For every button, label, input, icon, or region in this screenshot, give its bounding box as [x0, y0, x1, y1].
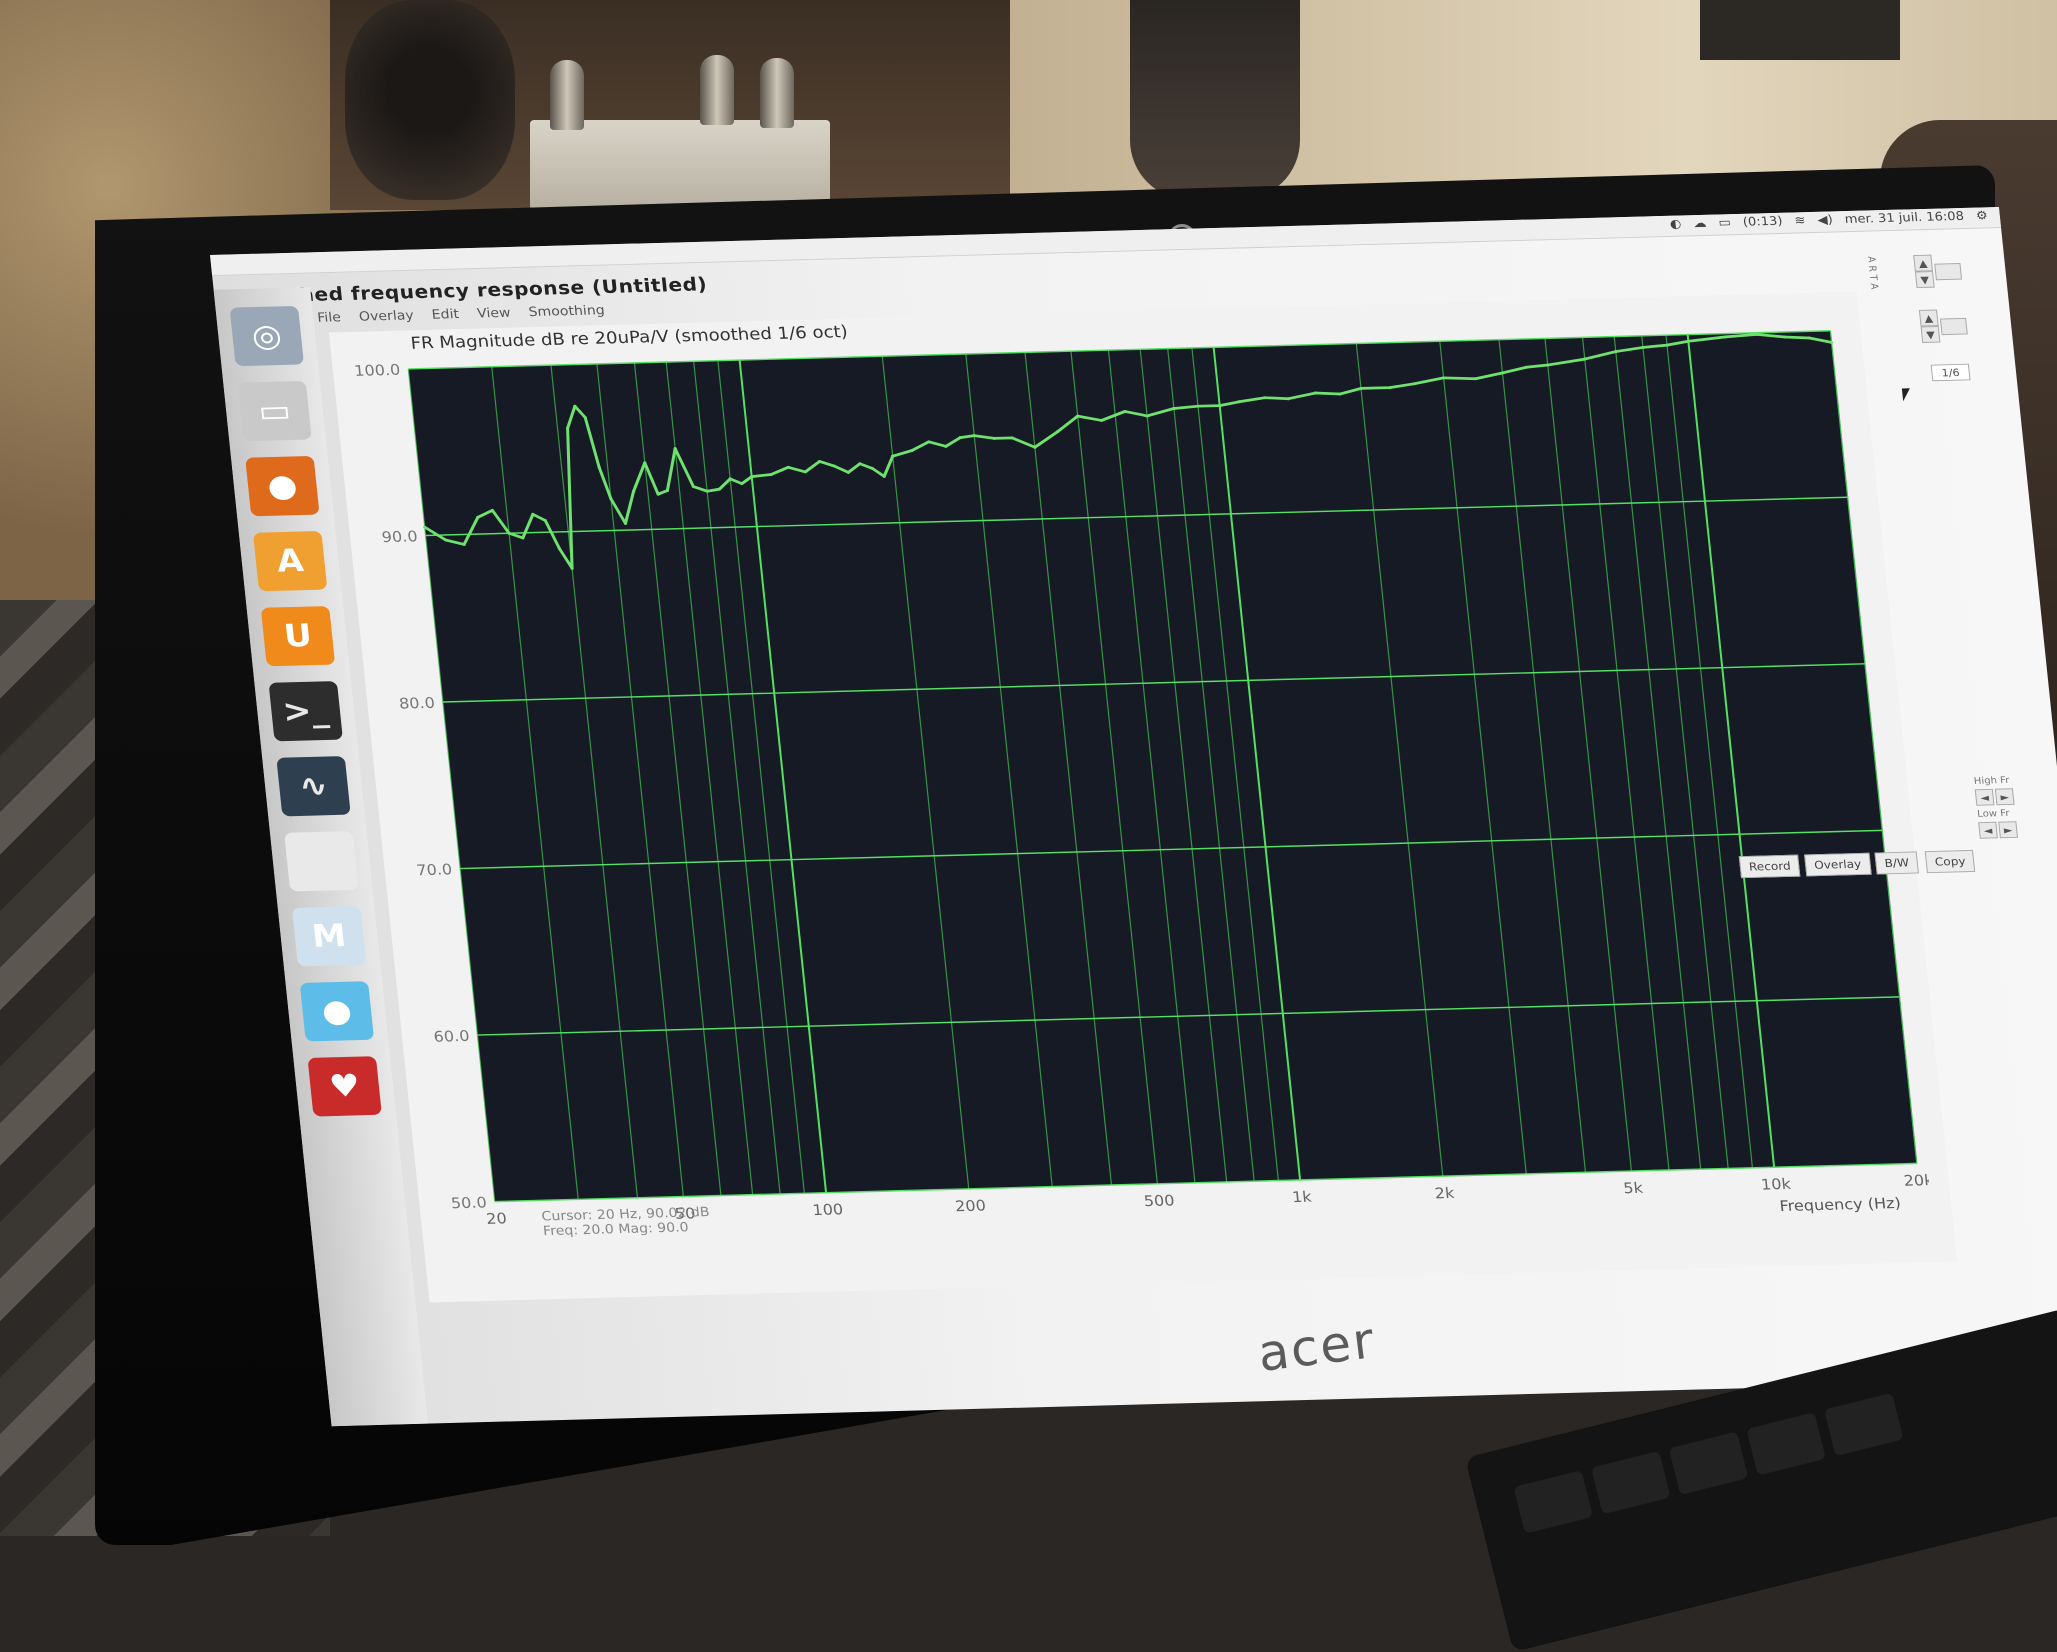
screen: ◐ ☁ ▭ (0:13) ≋ ◀) mer. 31 juil. 16:08 ⚙ …: [210, 206, 2057, 1427]
x-tick-label: 100: [812, 1201, 844, 1219]
menu-bar: File Overlay Edit View Smoothing: [317, 303, 606, 325]
smoothing-select[interactable]: 1/6: [1930, 363, 1971, 382]
x-tick-label: 2k: [1434, 1185, 1455, 1203]
scale-field[interactable]: [1939, 317, 1968, 336]
menu-edit[interactable]: Edit: [431, 307, 460, 322]
x-tick-label: 200: [954, 1197, 986, 1215]
volume-icon[interactable]: ◀): [1817, 213, 1834, 227]
wifi-icon[interactable]: ≋: [1794, 214, 1806, 228]
menu-view[interactable]: View: [476, 306, 511, 322]
keyboard-key: [1746, 1412, 1826, 1476]
amp-tube: [760, 58, 794, 128]
menu-file[interactable]: File: [317, 310, 342, 325]
m-app-icon[interactable]: M: [291, 906, 367, 967]
ubuntu-one-icon[interactable]: U: [260, 605, 336, 667]
left-speaker: [345, 0, 515, 200]
keyboard-key: [1513, 1470, 1594, 1534]
menu-smoothing[interactable]: Smoothing: [528, 303, 606, 320]
high-fr-right-button[interactable]: ►: [1994, 788, 2015, 806]
mouse-pointer-icon: [1901, 388, 1912, 402]
low-fr-left-button[interactable]: ◄: [1978, 821, 1998, 839]
y-tick-label: 70.0: [416, 861, 454, 879]
wine-icon[interactable]: ♥: [307, 1056, 382, 1117]
bw-button[interactable]: B/W: [1874, 851, 1920, 875]
keyboard-key: [1668, 1431, 1749, 1495]
battery-icon[interactable]: ▭: [1718, 216, 1732, 230]
x-tick-label: 1k: [1291, 1188, 1312, 1206]
shelf-right: [1700, 0, 1900, 60]
battery-time[interactable]: (0:13): [1742, 215, 1783, 230]
range-up-button[interactable]: ▲: [1913, 254, 1933, 272]
record-button[interactable]: Record: [1738, 854, 1801, 879]
clock[interactable]: mer. 31 juil. 16:08: [1844, 210, 1965, 227]
cloud-icon[interactable]: ☁: [1693, 217, 1707, 231]
files-icon[interactable]: ▭: [237, 380, 312, 442]
right-speaker: [1130, 0, 1300, 200]
high-fr-left-button[interactable]: ◄: [1974, 788, 1995, 806]
overlay-button[interactable]: Overlay: [1804, 852, 1872, 877]
y-tick-label: 100.0: [353, 361, 401, 379]
low-fr-right-button[interactable]: ►: [1998, 821, 2019, 839]
x-tick-label: 20: [485, 1210, 507, 1228]
tube-amplifier: [530, 55, 830, 210]
amp-tube: [550, 60, 584, 130]
desktop: ◐ ☁ ▭ (0:13) ≋ ◀) mer. 31 juil. 16:08 ⚙ …: [210, 206, 2057, 1427]
y-tick-label: 80.0: [398, 694, 436, 712]
blank-app-icon[interactable]: [284, 831, 359, 892]
range-down-button[interactable]: ▼: [1914, 271, 1935, 289]
cursor-readout: Cursor: 20 Hz, 90.02 dB Freq: 20.0 Mag: …: [541, 1205, 712, 1239]
software-center-icon[interactable]: A: [252, 530, 328, 592]
system-monitor-icon[interactable]: ∿: [276, 756, 351, 817]
terminal-icon[interactable]: >_: [268, 681, 343, 742]
network-icon[interactable]: ◐: [1669, 217, 1682, 231]
blue-app-icon[interactable]: ●: [299, 981, 375, 1042]
amp-tube: [700, 55, 734, 125]
range-field[interactable]: [1934, 263, 1963, 281]
low-fr-label: Low Fr: [1976, 808, 2011, 820]
ubuntu-home-icon[interactable]: ◎: [229, 305, 304, 367]
y-tick-label: 90.0: [381, 528, 419, 546]
x-tick-label: 10k: [1760, 1175, 1792, 1193]
menu-overlay[interactable]: Overlay: [358, 308, 414, 324]
firefox-icon[interactable]: ●: [245, 455, 320, 517]
gear-icon[interactable]: ⚙: [1975, 209, 1988, 223]
x-tick-label: 500: [1143, 1192, 1175, 1210]
y-tick-label: 60.0: [433, 1027, 471, 1045]
frequency-response-chart[interactable]: 100.090.080.070.060.050.020 50 100 200 500 1k…: [331, 312, 1934, 1268]
y-tick-label: 50.0: [450, 1194, 488, 1212]
keyboard-key: [1591, 1450, 1671, 1515]
arta-label: A R T A: [1864, 256, 1880, 290]
x-tick-label: 5k: [1623, 1179, 1644, 1197]
keyboard-key: [1823, 1392, 1904, 1457]
high-fr-label: High Fr: [1973, 775, 2010, 787]
x-axis-label: Frequency (Hz): [1779, 1195, 1902, 1215]
scale-up-button[interactable]: ▲: [1918, 309, 1939, 327]
scale-down-button[interactable]: ▼: [1920, 326, 1941, 343]
copy-button[interactable]: Copy: [1924, 849, 1976, 874]
